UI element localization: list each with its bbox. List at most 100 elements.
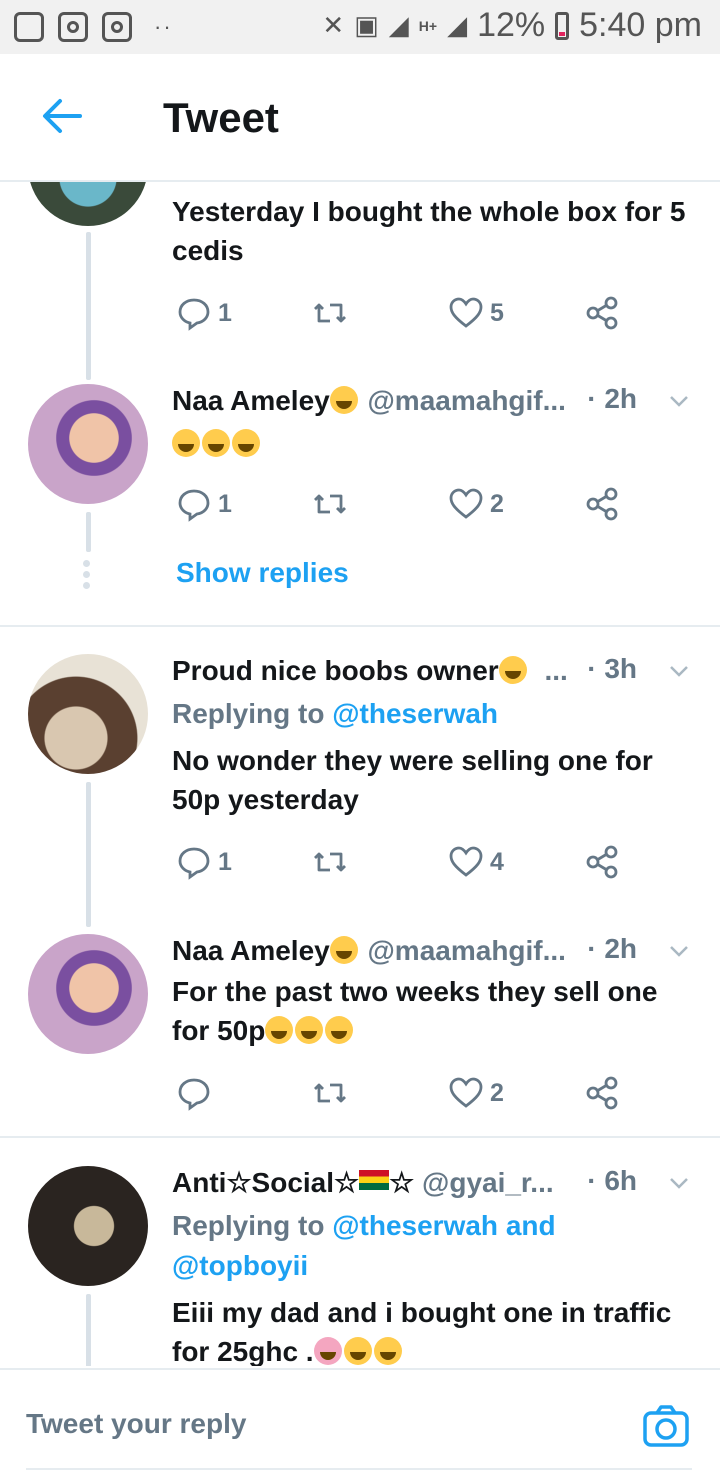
arrow-left-icon[interactable] <box>40 94 84 138</box>
laughing-emoji <box>232 429 260 457</box>
retweet-button[interactable] <box>312 293 348 333</box>
thread-line <box>86 1294 91 1366</box>
reply-button[interactable]: 1 <box>176 293 232 333</box>
tweet-time: · 3h <box>587 653 637 684</box>
battery-percent: 12% <box>477 6 546 44</box>
like-count: 5 <box>490 298 504 327</box>
star-icon: ☆ <box>334 1167 360 1198</box>
star-icon: ☆ <box>389 1167 415 1198</box>
reply-button[interactable]: 1 <box>176 484 232 524</box>
like-button[interactable]: 2 <box>448 1073 504 1113</box>
instagram-icon <box>58 12 88 42</box>
share-button[interactable] <box>584 293 620 333</box>
like-button[interactable]: 5 <box>448 293 504 333</box>
share-button[interactable] <box>584 842 620 882</box>
heart-icon <box>449 297 483 328</box>
display-name[interactable]: Proud nice boobs owner <box>172 655 499 686</box>
thread-line <box>86 512 91 552</box>
reply-count: 1 <box>218 489 232 518</box>
like-button[interactable]: 2 <box>448 484 504 524</box>
tweet-actions: 1 2 <box>172 484 652 528</box>
chevron-down-icon[interactable] <box>668 390 690 412</box>
retweet-icon <box>314 1083 346 1103</box>
tweet-time: · 6h <box>587 1165 637 1196</box>
sim-icon: ▣ <box>354 10 379 40</box>
tweet-header: Anti☆Social☆ ☆ @gyai_r... <box>172 1165 554 1201</box>
more-notifications-icon: ·· <box>154 14 173 39</box>
laughing-emoji <box>265 1016 294 1044</box>
heart-icon <box>449 1077 483 1108</box>
divider <box>0 625 720 627</box>
thread-line <box>86 782 91 927</box>
avatar[interactable] <box>28 934 148 1054</box>
chevron-down-icon[interactable] <box>668 1172 690 1194</box>
thread-line <box>86 232 91 380</box>
reply-count: 1 <box>218 298 232 327</box>
share-icon <box>586 845 618 879</box>
tweet-text: Yesterday I bought the whole box for 5 c… <box>172 196 686 266</box>
heart-icon <box>449 846 483 877</box>
top-app-bar: Tweet <box>0 54 720 182</box>
laughing-emoji <box>172 429 200 457</box>
avatar[interactable] <box>28 384 148 504</box>
user-handle[interactable]: @maamahgif... <box>368 385 566 416</box>
tweet-text: Eiii my dad and i bought one in traffic … <box>172 1293 697 1366</box>
tweet-time: · 2h <box>587 933 637 964</box>
user-handle[interactable]: @maamahgif... <box>368 935 566 966</box>
replying-to-label: Replying to <box>172 1210 333 1241</box>
mention-link[interactable]: @theserwah <box>332 1210 498 1241</box>
reply-count: 1 <box>218 847 232 876</box>
tweet-actions: 1 5 <box>172 293 652 337</box>
signal-icon-2: ◢ <box>447 10 468 40</box>
reply-icon <box>178 489 210 522</box>
reply-underline <box>26 1468 692 1470</box>
shushing-emoji <box>329 386 358 414</box>
laughing-emoji <box>295 1016 324 1044</box>
tweet-text-content: Eiii my dad and i bought one in traffic … <box>172 1297 672 1366</box>
replying-to-label: Replying to <box>172 698 333 729</box>
user-handle[interactable]: @gyai_r... <box>422 1167 554 1198</box>
tweet-feed[interactable]: Yesterday I bought the whole box for 5 c… <box>0 182 720 1366</box>
mention-link[interactable]: @theserwah <box>332 698 498 729</box>
camera-icon[interactable] <box>642 1402 690 1450</box>
tweet-header: Naa Ameley @maamahgif... <box>172 933 566 969</box>
like-button[interactable]: 4 <box>448 842 504 882</box>
retweet-icon <box>314 494 346 514</box>
avatar[interactable] <box>28 182 148 226</box>
replying-to-line: Replying to @theserwah and @topboyii <box>172 1206 692 1286</box>
retweet-button[interactable] <box>312 1073 348 1113</box>
reply-input[interactable]: Tweet your reply <box>26 1408 246 1440</box>
tweet-header: Naa Ameley @maamahgif... <box>172 383 566 419</box>
like-count: 2 <box>490 1078 504 1107</box>
display-name[interactable]: Naa Ameley <box>172 935 330 966</box>
clock: 5:40 pm <box>579 6 702 44</box>
instagram-icon-2 <box>102 12 132 42</box>
share-icon <box>586 1076 618 1110</box>
reply-button[interactable]: 1 <box>176 842 232 882</box>
chevron-down-icon[interactable] <box>668 940 690 962</box>
signal-icon: ◢ <box>388 10 409 40</box>
heart-icon <box>449 488 483 519</box>
tweet-actions: 2 <box>172 1073 652 1117</box>
display-name[interactable]: Anti☆Social☆ ☆ <box>172 1167 422 1198</box>
laughing-emoji <box>202 429 230 457</box>
chevron-down-icon[interactable] <box>668 660 690 682</box>
avatar[interactable] <box>28 1166 148 1286</box>
reply-icon <box>178 1078 210 1111</box>
mute-icon: ✕ <box>322 10 345 40</box>
thread-dots <box>83 560 93 589</box>
retweet-button[interactable] <box>312 842 348 882</box>
reply-button[interactable] <box>176 1073 212 1113</box>
retweet-button[interactable] <box>312 484 348 524</box>
share-button[interactable] <box>584 1073 620 1113</box>
mention-link[interactable]: @topboyii <box>172 1250 308 1281</box>
share-button[interactable] <box>584 484 620 524</box>
retweet-icon <box>314 852 346 872</box>
woman-emoji <box>313 1337 342 1365</box>
tweet-actions: 1 4 <box>172 842 652 886</box>
show-replies-link[interactable]: Show replies <box>176 557 349 589</box>
share-icon <box>586 296 618 330</box>
avatar[interactable] <box>28 654 148 774</box>
display-name[interactable]: Naa Ameley <box>172 385 330 416</box>
replying-to-line: Replying to @theserwah <box>172 694 692 734</box>
